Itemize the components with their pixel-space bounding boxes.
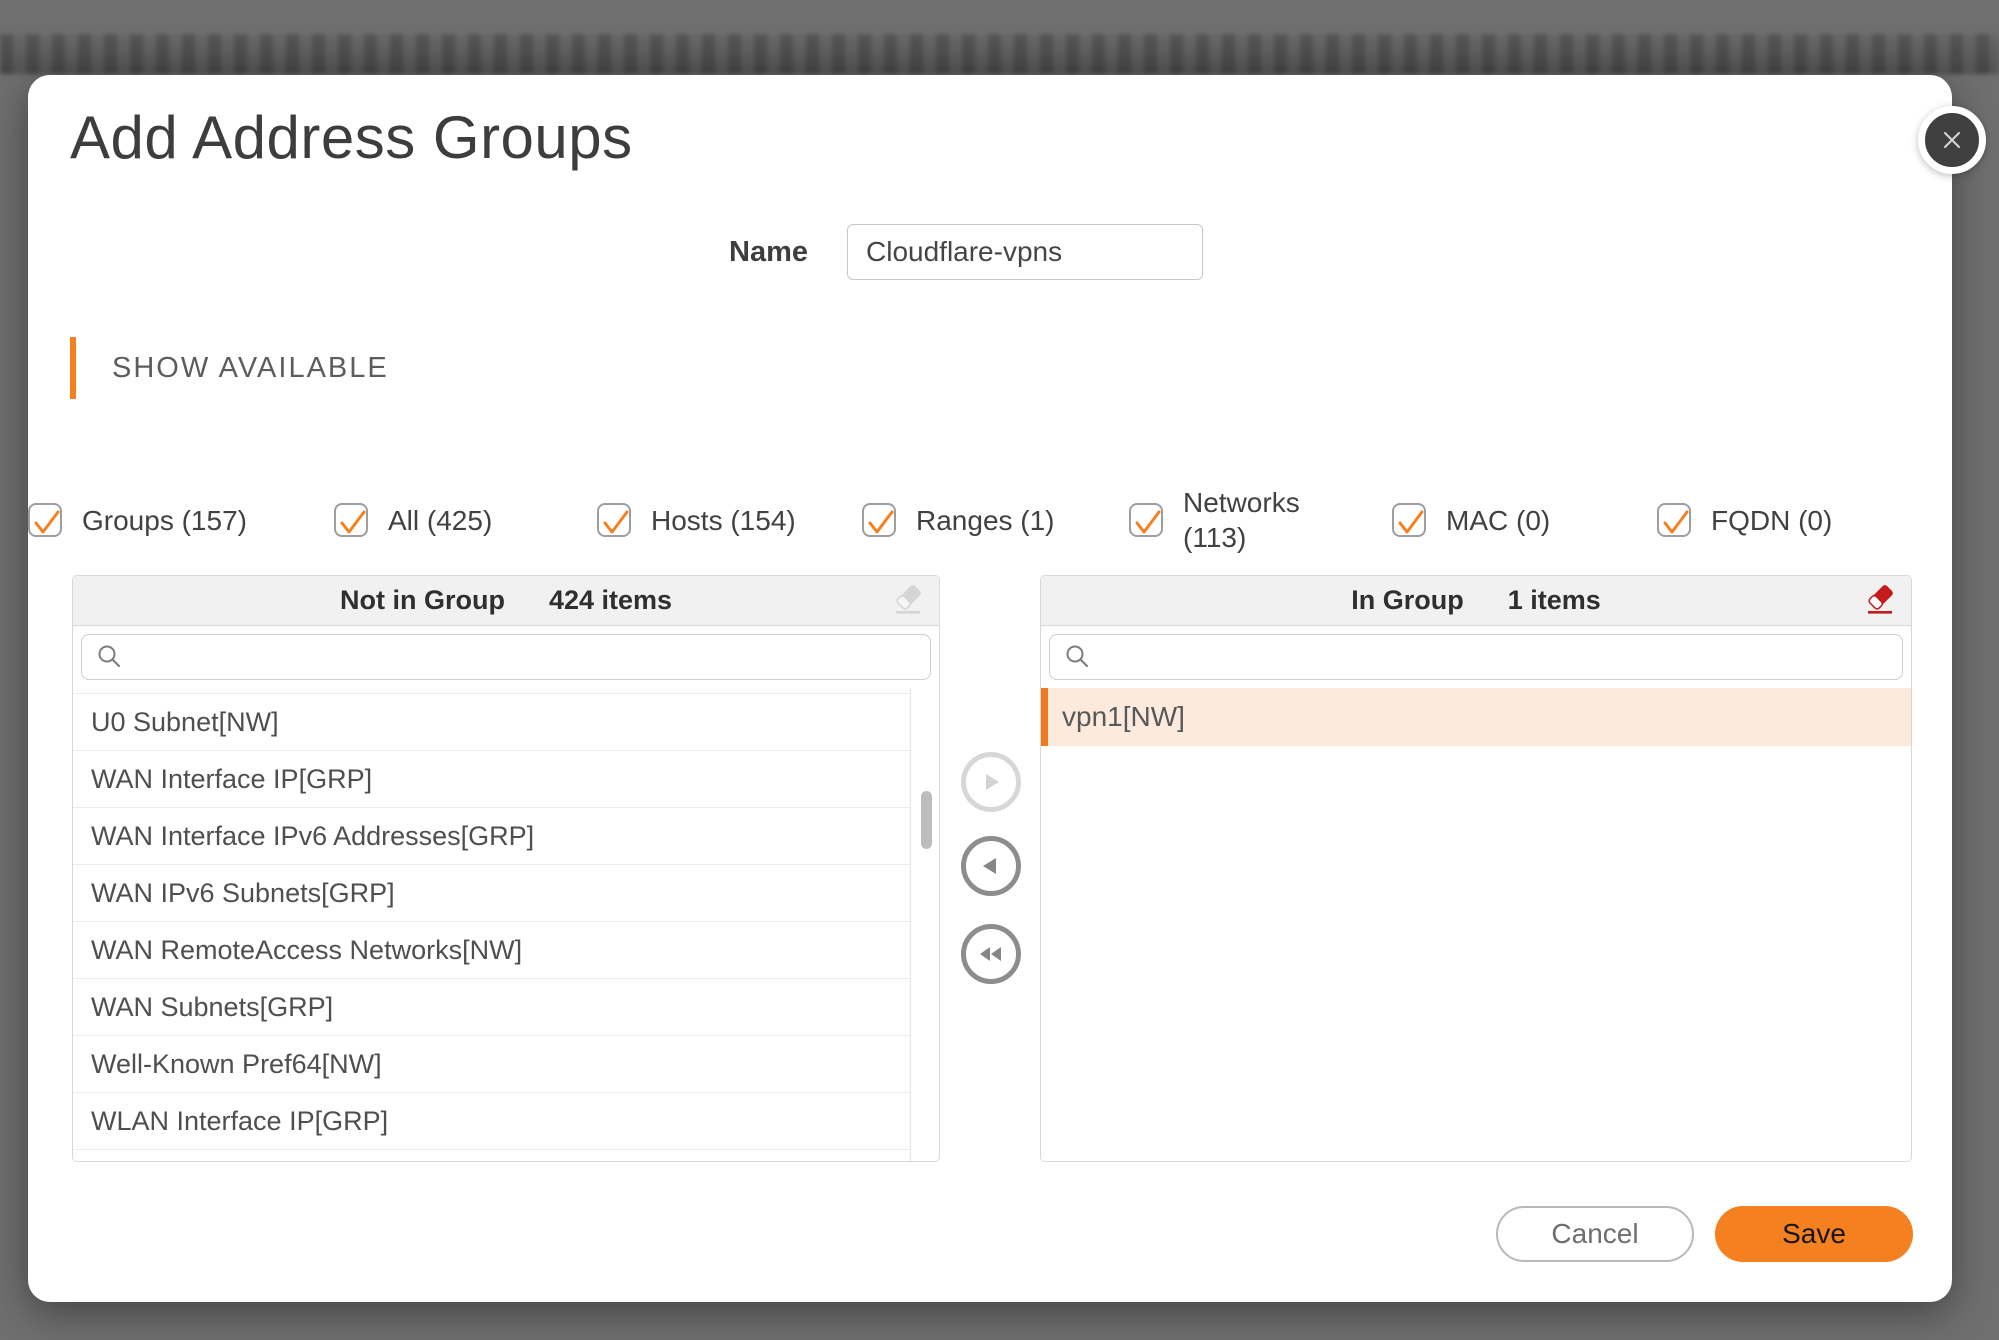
arrow-right-icon	[976, 767, 1006, 797]
panel-item-count: 424 items	[549, 585, 672, 616]
in-group-panel: In Group 1 items	[1040, 575, 1912, 1162]
filter-checkbox-item[interactable]: Groups (157)	[28, 475, 247, 565]
eraser-icon	[891, 584, 927, 618]
eraser-icon	[1863, 584, 1899, 618]
search-input[interactable]	[1103, 635, 1889, 679]
check-icon	[1127, 501, 1169, 543]
list-item-label: WAN IPv6 Subnets[GRP]	[91, 878, 395, 908]
not-in-group-rows: U0 Subnet[NW] WAN Interface IP[GRP] WAN …	[73, 694, 939, 1150]
list-item[interactable]: U0 Subnet[NW]	[73, 694, 910, 751]
cancel-button[interactable]: Cancel	[1496, 1206, 1694, 1262]
search-icon	[95, 642, 125, 672]
dialog-title: Add Address Groups	[70, 103, 633, 172]
arrow-left-icon	[976, 851, 1006, 881]
checkbox-checked[interactable]	[597, 503, 631, 537]
list-item[interactable]: vpn1[NW]	[1041, 688, 1911, 746]
panel-item-count: 1 items	[1508, 585, 1601, 616]
check-icon	[332, 501, 374, 543]
show-available-section: SHOW AVAILABLE	[70, 337, 389, 399]
list-item[interactable]: WAN IPv6 Subnets[GRP]	[73, 865, 910, 922]
close-icon	[1938, 126, 1966, 154]
filter-label: MAC (0)	[1446, 503, 1550, 538]
checkbox-checked[interactable]	[28, 503, 62, 537]
section-accent-bar	[70, 337, 76, 399]
checkbox-checked[interactable]	[334, 503, 368, 537]
checkbox-checked[interactable]	[862, 503, 896, 537]
filter-checkbox-item[interactable]: FQDN (0)	[1657, 475, 1832, 565]
close-button[interactable]	[1918, 106, 1986, 174]
move-to-group-button[interactable]	[961, 752, 1021, 812]
checkbox-checked[interactable]	[1657, 503, 1691, 537]
filter-checkbox-item[interactable]: Hosts (154)	[597, 475, 796, 565]
filter-checkbox-item[interactable]: MAC (0)	[1392, 475, 1550, 565]
not-in-group-search	[81, 634, 931, 680]
list-item[interactable]: WAN Interface IPv6 Addresses[GRP]	[73, 808, 910, 865]
not-in-group-panel: Not in Group 424 items	[72, 575, 940, 1162]
panel-title: Not in Group	[340, 585, 505, 616]
panel-title: In Group	[1351, 585, 1463, 616]
in-group-header: In Group 1 items	[1041, 576, 1911, 626]
checkbox-checked[interactable]	[1392, 503, 1426, 537]
search-icon	[1063, 642, 1093, 672]
list-item-label: WAN Interface IPv6 Addresses[GRP]	[91, 821, 534, 851]
filter-label: Hosts (154)	[651, 503, 796, 538]
scrollbar-track	[910, 688, 911, 1161]
filter-checkbox-item[interactable]: Networks (113)	[1129, 475, 1300, 565]
checkbox-checked[interactable]	[1129, 503, 1163, 537]
list-item-label: U0 Subnet[NW]	[91, 707, 279, 737]
filter-checkbox-item[interactable]: All (425)	[334, 475, 492, 565]
list-item-label: WAN RemoteAccess Networks[NW]	[91, 935, 522, 965]
double-arrow-left-icon	[975, 939, 1007, 969]
list-item-label: WAN Interface IP[GRP]	[91, 764, 372, 794]
list-item[interactable]: WAN Subnets[GRP]	[73, 979, 910, 1036]
filter-label: All (425)	[388, 503, 492, 538]
in-group-search	[1049, 634, 1903, 680]
name-field-label: Name	[648, 224, 808, 280]
list-item[interactable]: WLAN Interface IP[GRP]	[73, 1093, 910, 1150]
clear-selection-button[interactable]	[891, 584, 927, 620]
not-in-group-header: Not in Group 424 items	[73, 576, 939, 626]
filter-label: Ranges (1)	[916, 503, 1055, 538]
search-input[interactable]	[135, 635, 917, 679]
background-page-content	[0, 34, 1999, 74]
type-filter-row: All (425) Hosts (154) Ranges (1)	[28, 475, 1952, 565]
check-icon	[1390, 501, 1432, 543]
list-item-label: WLAN Interface IP[GRP]	[91, 1106, 388, 1136]
check-icon	[1655, 501, 1697, 543]
list-item-label: WAN Subnets[GRP]	[91, 992, 333, 1022]
filter-label: FQDN (0)	[1711, 503, 1832, 538]
list-item-label: Well-Known Pref64[NW]	[91, 1049, 382, 1079]
scrollbar-thumb[interactable]	[921, 791, 932, 849]
filter-checkbox-item[interactable]: Ranges (1)	[862, 475, 1055, 565]
check-icon	[595, 501, 637, 543]
check-icon	[26, 501, 68, 543]
name-input[interactable]	[847, 224, 1203, 280]
check-icon	[860, 501, 902, 543]
list-item-label: vpn1[NW]	[1062, 701, 1185, 732]
not-in-group-list: U0 Subnet[NW] WAN Interface IP[GRP] WAN …	[73, 688, 939, 1161]
list-item[interactable]: WAN Interface IP[GRP]	[73, 751, 910, 808]
filter-label: Groups (157)	[82, 503, 247, 538]
section-label: SHOW AVAILABLE	[112, 337, 389, 399]
remove-all-from-group-button[interactable]	[961, 924, 1021, 984]
clear-group-button[interactable]	[1863, 584, 1899, 620]
list-item[interactable]: WAN RemoteAccess Networks[NW]	[73, 922, 910, 979]
save-button[interactable]: Save	[1715, 1206, 1913, 1262]
in-group-list: vpn1[NW]	[1041, 688, 1911, 1161]
in-group-rows: vpn1[NW]	[1041, 688, 1911, 746]
filter-label: Networks (113)	[1183, 485, 1300, 555]
list-item[interactable]: Well-Known Pref64[NW]	[73, 1036, 910, 1093]
remove-from-group-button[interactable]	[961, 836, 1021, 896]
add-address-groups-dialog: Add Address Groups Name SHOW AVAILABLE A…	[28, 75, 1952, 1302]
